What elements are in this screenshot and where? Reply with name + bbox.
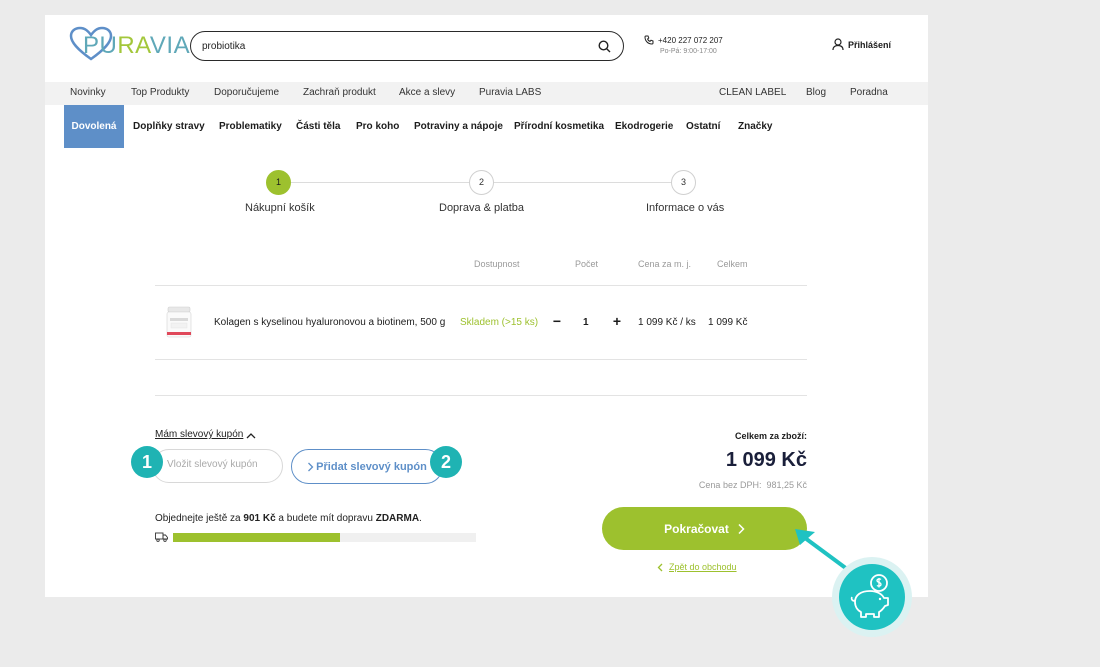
price-without-vat: Cena bez DPH: 981,25 Kč bbox=[699, 480, 807, 490]
topnav-item[interactable]: Top Produkty bbox=[131, 87, 189, 98]
table-divider bbox=[155, 395, 807, 396]
free-shipping-text: Objednejte ještě za bbox=[155, 513, 244, 524]
callout-badge-2: 2 bbox=[430, 446, 462, 478]
back-to-shop-link[interactable]: Zpět do obchodu bbox=[657, 562, 737, 572]
topnav-item[interactable]: CLEAN LABEL bbox=[719, 87, 786, 98]
phone-hours: Po-Pá: 9:00-17:00 bbox=[660, 48, 717, 55]
truck-icon bbox=[155, 532, 168, 542]
logo-wordmark: PURAVIA bbox=[83, 32, 190, 60]
continue-label: Pokračovat bbox=[664, 521, 729, 536]
chevron-up-icon[interactable] bbox=[246, 432, 256, 439]
column-header-total: Celkem bbox=[717, 259, 748, 269]
puravia-logo[interactable]: PURAVIA bbox=[69, 26, 190, 62]
step-2-circle: 2 bbox=[469, 170, 494, 195]
coupon-input-box[interactable] bbox=[152, 449, 283, 483]
chevron-left-icon bbox=[657, 563, 663, 571]
vat-value: 981,25 Kč bbox=[766, 480, 807, 490]
phone-number: +420 227 072 207 bbox=[658, 36, 723, 45]
logo-part-pu: PU bbox=[83, 32, 118, 59]
category-item[interactable]: Části těla bbox=[296, 121, 340, 132]
column-header-availability: Dostupnost bbox=[474, 259, 520, 269]
topnav-item[interactable]: Zachraň produkt bbox=[303, 87, 376, 98]
free-shipping-progress-bar bbox=[173, 533, 476, 542]
step-2-label: Doprava & platba bbox=[439, 202, 524, 214]
back-to-shop-label: Zpět do obchodu bbox=[669, 562, 737, 572]
shop-page: PURAVIA +420 227 072 207 Po-Pá: 9:00-17:… bbox=[45, 15, 928, 597]
quantity-increase-button[interactable]: + bbox=[610, 313, 624, 329]
step-1-label: Nákupní košík bbox=[245, 202, 315, 214]
quantity-decrease-button[interactable]: − bbox=[550, 313, 564, 329]
callout-badge-1: 1 bbox=[131, 446, 163, 478]
product-total-price: 1 099 Kč bbox=[708, 317, 748, 328]
column-header-unit-price: Cena za m. j. bbox=[638, 259, 692, 269]
logo-part-via: VIA bbox=[149, 32, 191, 59]
category-item[interactable]: Značky bbox=[738, 121, 772, 132]
search-box[interactable] bbox=[190, 31, 624, 61]
step-3-circle: 3 bbox=[671, 170, 696, 195]
category-item[interactable]: Přírodní kosmetika bbox=[514, 121, 604, 132]
product-name[interactable]: Kolagen s kyselinou hyaluronovou a bioti… bbox=[214, 317, 445, 328]
free-shipping-progress-fill bbox=[173, 533, 340, 542]
login-label: Přihlášení bbox=[848, 39, 892, 50]
category-label: Dovolená bbox=[71, 121, 117, 132]
total-price: 1 099 Kč bbox=[725, 449, 807, 471]
step-1-circle: 1 bbox=[266, 170, 291, 195]
coupon-toggle-link[interactable]: Mám slevový kupón bbox=[155, 429, 243, 440]
category-item[interactable]: Ostatní bbox=[686, 121, 720, 132]
add-coupon-button[interactable]: Přidat slevový kupón bbox=[291, 449, 443, 484]
category-item[interactable]: Ekodrogerie bbox=[615, 121, 673, 132]
category-item[interactable]: Problematiky bbox=[219, 121, 282, 132]
topnav-item[interactable]: Doporučujeme bbox=[214, 87, 279, 98]
continue-button[interactable]: Pokračovat bbox=[602, 507, 807, 550]
category-item-active[interactable]: Dovolená bbox=[64, 105, 124, 148]
search-input[interactable] bbox=[202, 38, 582, 55]
free-shipping-free: ZDARMA bbox=[375, 513, 420, 524]
step-3-label: Informace o vás bbox=[646, 202, 725, 214]
add-coupon-label: Přidat slevový kupón bbox=[316, 460, 427, 473]
chevron-right-icon bbox=[308, 462, 314, 471]
free-shipping-text: a budete mít dopravu bbox=[275, 513, 376, 524]
free-shipping-message: Objednejte ještě za 901 Kč a budete mít … bbox=[155, 513, 422, 524]
product-availability: Skladem (>15 ks) bbox=[460, 317, 539, 328]
category-navigation: Dovolená Doplňky stravy Problematiky Čás… bbox=[45, 105, 928, 148]
top-navigation: Novinky Top Produkty Doporučujeme Zachra… bbox=[45, 82, 928, 105]
piggy-bank-icon bbox=[850, 574, 889, 618]
table-divider bbox=[155, 359, 807, 360]
piggy-bank-inner bbox=[839, 564, 905, 630]
topnav-item[interactable]: Poradna bbox=[850, 87, 888, 98]
chevron-right-icon bbox=[738, 523, 745, 534]
column-header-quantity: Počet bbox=[575, 259, 599, 269]
category-item[interactable]: Potraviny a nápoje bbox=[414, 121, 503, 132]
free-shipping-text: . bbox=[419, 513, 422, 524]
category-item[interactable]: Doplňky stravy bbox=[133, 121, 205, 132]
phone-icon bbox=[644, 35, 654, 45]
product-image[interactable] bbox=[163, 304, 195, 340]
logo-part-ra: RA bbox=[117, 32, 150, 59]
total-label: Celkem za zboží: bbox=[734, 431, 807, 441]
vat-label: Cena bez DPH: bbox=[698, 480, 762, 490]
user-icon bbox=[832, 38, 844, 51]
piggy-bank-badge bbox=[832, 557, 912, 637]
search-icon[interactable] bbox=[598, 40, 611, 53]
topnav-item[interactable]: Puravia LABS bbox=[479, 87, 541, 98]
quantity-value[interactable]: 1 bbox=[583, 317, 589, 328]
topnav-item[interactable]: Blog bbox=[806, 87, 826, 98]
topnav-item[interactable]: Akce a slevy bbox=[399, 87, 455, 98]
table-divider bbox=[155, 285, 807, 286]
product-unit-price: 1 099 Kč / ks bbox=[638, 317, 696, 328]
topnav-item[interactable]: Novinky bbox=[70, 87, 106, 98]
category-item[interactable]: Pro koho bbox=[356, 121, 399, 132]
login-link[interactable]: Přihlášení bbox=[832, 38, 891, 51]
coupon-input[interactable] bbox=[167, 459, 277, 470]
free-shipping-amount: 901 Kč bbox=[243, 513, 276, 524]
